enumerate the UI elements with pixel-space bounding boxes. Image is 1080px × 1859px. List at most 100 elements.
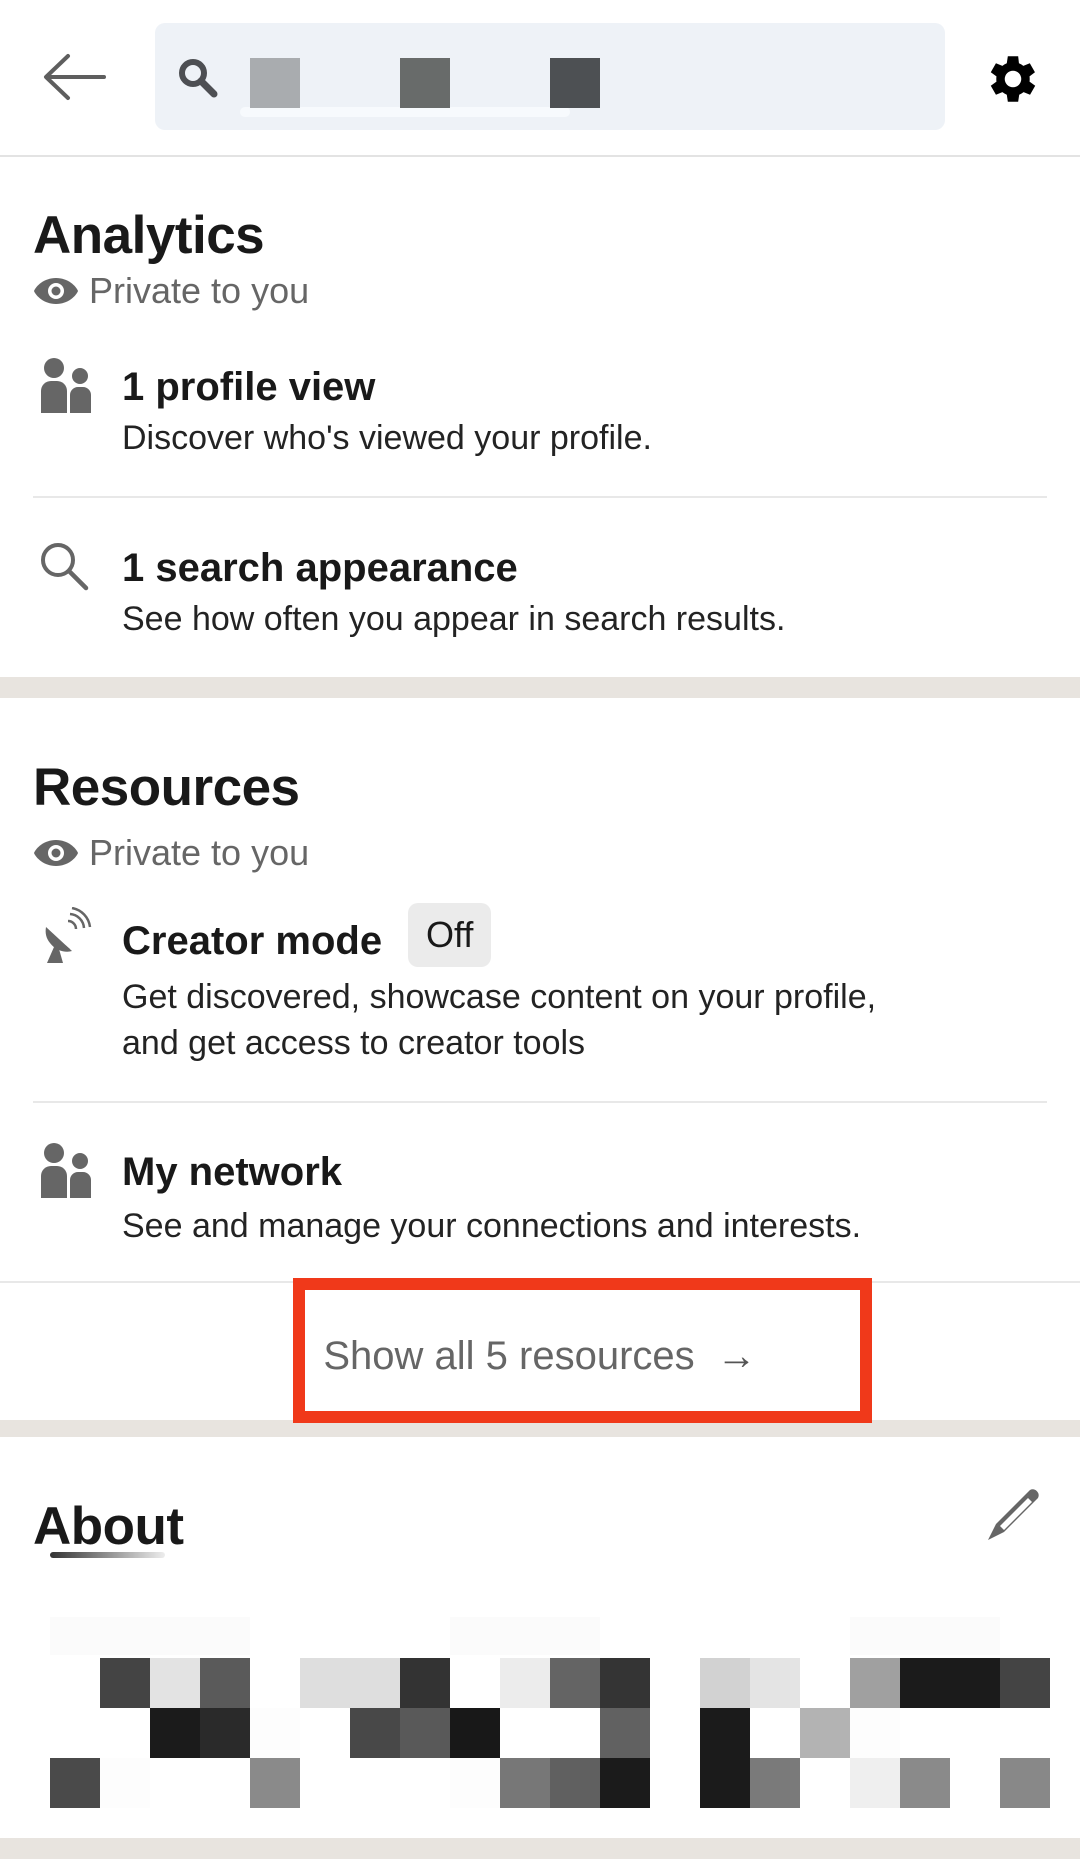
- divider: [0, 1281, 1080, 1283]
- item-description: Get discovered, showcase content on your…: [122, 978, 877, 1016]
- redaction-pixel: [750, 1708, 800, 1758]
- analytics-heading: Analytics: [33, 206, 265, 265]
- item-title: 1 profile view: [122, 365, 376, 409]
- analytics-visibility: Private to you: [33, 270, 309, 312]
- redaction-pixel: [250, 1708, 300, 1758]
- redaction-pixel: [1000, 1758, 1050, 1808]
- item-description: See how often you appear in search resul…: [122, 600, 786, 638]
- search-icon: [179, 59, 218, 98]
- redaction-pixel: [800, 1758, 850, 1808]
- redaction-pixel: [750, 1658, 800, 1708]
- redaction-pixel: [1000, 1708, 1050, 1758]
- item-title: Creator mode: [122, 919, 383, 963]
- item-description: and get access to creator tools: [122, 1024, 586, 1062]
- redaction-pixel: [650, 1708, 700, 1758]
- redaction-pixel: [200, 1758, 250, 1808]
- redaction-smudge: [50, 1552, 165, 1558]
- show-all-label: Show all 5 resources: [323, 1333, 695, 1378]
- resource-item-my-network[interactable]: My network See and manage your connectio…: [0, 1105, 1080, 1280]
- redaction-pixel: [800, 1658, 850, 1708]
- redaction-pixel: [850, 1658, 900, 1708]
- analytics-item-profile-views[interactable]: 1 profile view Discover who's viewed you…: [0, 345, 1080, 495]
- redaction-pixel: [200, 1658, 250, 1708]
- redaction-pixel: [900, 1658, 950, 1708]
- redaction-pixel: [500, 1708, 550, 1758]
- search-icon: [41, 543, 89, 591]
- redaction-pixel: [250, 1658, 300, 1708]
- redaction-pixel: [650, 1758, 700, 1808]
- resources-heading: Resources: [33, 758, 300, 817]
- redaction-pixel: [950, 1708, 1000, 1758]
- mosaic-faint-strip: [850, 1617, 1000, 1655]
- redaction-pixel: [950, 1658, 1000, 1708]
- top-bar: [0, 0, 1080, 157]
- redaction-pixel: [450, 1758, 500, 1808]
- redaction-pixel: [850, 1758, 900, 1808]
- section-separator: [0, 1838, 1080, 1859]
- search-input[interactable]: [155, 23, 945, 130]
- redaction-pixel: [350, 1658, 400, 1708]
- redaction-pixel: [600, 1708, 650, 1758]
- divider: [33, 1101, 1047, 1103]
- redaction-pixel: [300, 1758, 350, 1808]
- redaction-pixel: [300, 1658, 350, 1708]
- settings-button[interactable]: [982, 48, 1044, 110]
- redaction-pixel: [600, 1758, 650, 1808]
- redaction-pixel: [700, 1708, 750, 1758]
- redaction-pixel: [600, 1658, 650, 1708]
- redaction-pixel: [450, 1708, 500, 1758]
- redaction-pixel: [250, 1758, 300, 1808]
- redaction-pixel: [550, 1658, 600, 1708]
- redaction-pixel: [100, 1658, 150, 1708]
- redaction-pixel: [900, 1708, 950, 1758]
- show-all-content: Show all 5 resources →: [323, 1334, 756, 1379]
- redaction-pixel: [150, 1708, 200, 1758]
- redaction-pixel: [200, 1708, 250, 1758]
- mosaic-faint-strip: [450, 1617, 600, 1655]
- redacted-query-block: [400, 58, 450, 108]
- redaction-pixel: [650, 1658, 700, 1708]
- redaction-pixel: [900, 1758, 950, 1808]
- redaction-pixel: [150, 1758, 200, 1808]
- redaction-pixel: [400, 1758, 450, 1808]
- item-description: See and manage your connections and inte…: [122, 1207, 862, 1245]
- resource-item-creator-mode[interactable]: Creator mode Off Get discovered, showcas…: [0, 895, 1080, 1100]
- redaction-pixel: [950, 1758, 1000, 1808]
- item-title: My network: [122, 1150, 343, 1194]
- item-description: Discover who's viewed your profile.: [122, 419, 652, 457]
- redaction-pixel: [750, 1758, 800, 1808]
- pencil-icon: [988, 1489, 1039, 1540]
- arrow-left-icon: [44, 54, 106, 100]
- redaction-pixel: [150, 1658, 200, 1708]
- redaction-pixel: [850, 1708, 900, 1758]
- redaction-pixel: [300, 1708, 350, 1758]
- show-all-resources-button[interactable]: Show all 5 resources →: [0, 1284, 1080, 1420]
- redaction-pixel: [400, 1708, 450, 1758]
- redacted-query-block: [250, 58, 300, 108]
- redaction-pixel: [350, 1758, 400, 1808]
- section-separator: [0, 1420, 1080, 1437]
- back-button[interactable]: [40, 52, 110, 102]
- redaction-pixel: [50, 1758, 100, 1808]
- creator-mode-status-badge: Off: [408, 903, 492, 967]
- redaction-pixel: [100, 1758, 150, 1808]
- people-icon: [41, 358, 91, 413]
- edit-about-button[interactable]: [982, 1484, 1044, 1546]
- about-redacted-content: [0, 1560, 1080, 1830]
- redacted-query-underline: [240, 107, 570, 117]
- analytics-item-search-appearances[interactable]: 1 search appearance See how often you ap…: [0, 500, 1080, 675]
- eye-icon: [34, 840, 78, 866]
- arrow-right-icon: →: [716, 1333, 757, 1378]
- divider: [33, 496, 1047, 498]
- section-separator: [0, 677, 1080, 698]
- about-heading: About: [33, 1497, 184, 1556]
- redaction-pixel: [500, 1658, 550, 1708]
- redaction-pixel: [700, 1658, 750, 1708]
- resources-visibility: Private to you: [33, 832, 309, 874]
- redaction-pixel: [100, 1708, 150, 1758]
- eye-icon: [34, 278, 78, 304]
- redaction-pixel: [550, 1758, 600, 1808]
- redaction-pixel: [500, 1758, 550, 1808]
- redaction-pixel: [400, 1658, 450, 1708]
- redaction-pixel: [800, 1708, 850, 1758]
